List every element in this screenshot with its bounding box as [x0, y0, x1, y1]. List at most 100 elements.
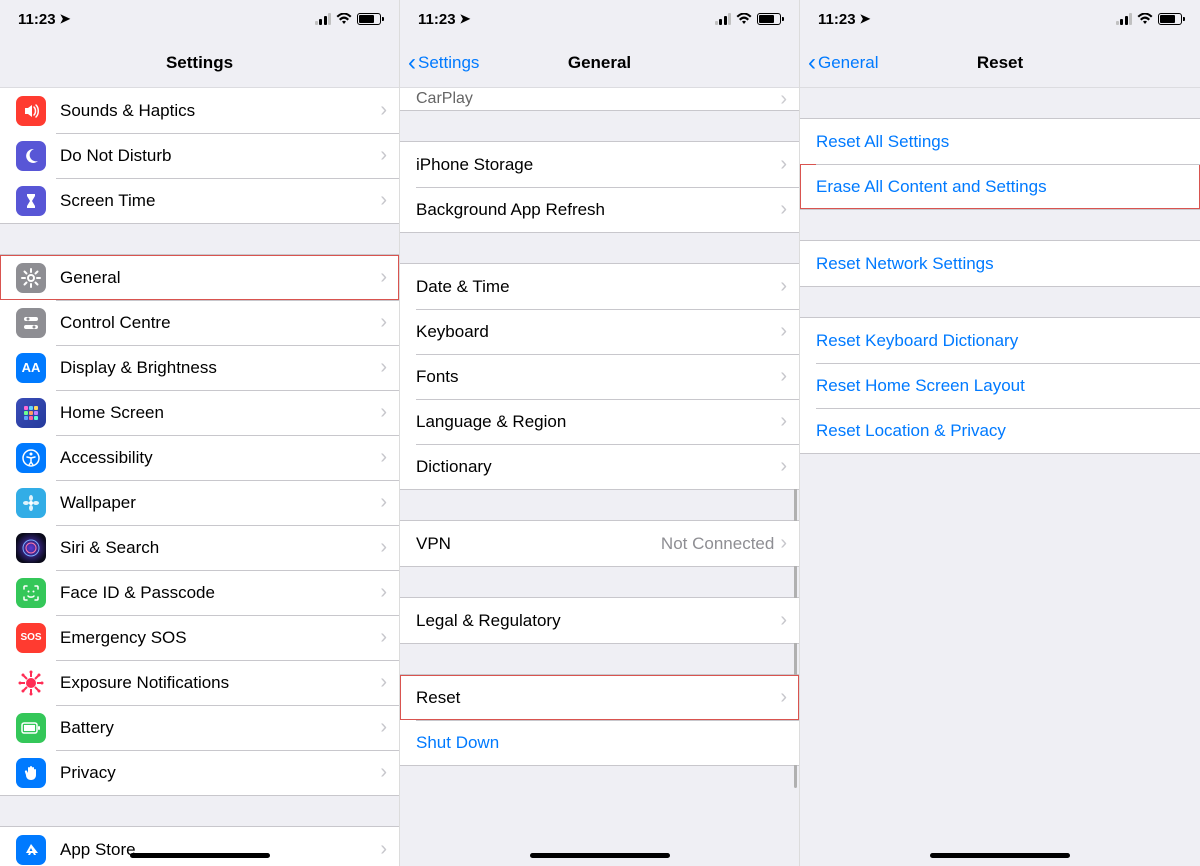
- chevron-right-icon: ›: [380, 401, 387, 424]
- row-label: Control Centre: [60, 313, 380, 333]
- status-bar: 11:23 ➤: [800, 0, 1200, 38]
- row-label: Face ID & Passcode: [60, 583, 380, 603]
- screen-reset: 11:23 ➤ ‹ General Reset: [800, 0, 1200, 866]
- row-siri[interactable]: Siri & Search ›: [0, 525, 399, 570]
- row-appstore[interactable]: App Store ›: [0, 827, 399, 866]
- home-indicator[interactable]: [930, 853, 1070, 858]
- location-icon: ➤: [860, 11, 871, 27]
- chevron-left-icon: ‹: [408, 51, 416, 75]
- row-label: Accessibility: [60, 448, 380, 468]
- sounds-icon: [16, 96, 46, 126]
- row-control-centre[interactable]: Control Centre ›: [0, 300, 399, 345]
- row-faceid[interactable]: Face ID & Passcode ›: [0, 570, 399, 615]
- row-label: Sounds & Haptics: [60, 101, 380, 121]
- signal-icon: [715, 13, 732, 25]
- row-sounds[interactable]: Sounds & Haptics ›: [0, 88, 399, 133]
- row-dictionary[interactable]: Dictionary ›: [400, 444, 799, 489]
- row-battery[interactable]: Battery ›: [0, 705, 399, 750]
- row-exposure[interactable]: Exposure Notifications ›: [0, 660, 399, 705]
- grid-icon: [16, 398, 46, 428]
- home-indicator[interactable]: [130, 853, 270, 858]
- row-shut-down[interactable]: Shut Down: [400, 720, 799, 765]
- row-wallpaper[interactable]: Wallpaper ›: [0, 480, 399, 525]
- row-label: Display & Brightness: [60, 358, 380, 378]
- row-privacy[interactable]: Privacy ›: [0, 750, 399, 795]
- chevron-right-icon: ›: [780, 532, 787, 555]
- screen-settings: 11:23 ➤ Settings: [0, 0, 400, 866]
- aa-icon: AA: [16, 353, 46, 383]
- back-label: General: [818, 53, 878, 73]
- home-indicator[interactable]: [530, 853, 670, 858]
- row-reset-location-privacy[interactable]: Reset Location & Privacy: [800, 408, 1200, 453]
- back-button[interactable]: ‹ Settings: [408, 38, 479, 87]
- signal-icon: [1116, 13, 1133, 25]
- chevron-right-icon: ›: [780, 198, 787, 221]
- row-label: Reset Keyboard Dictionary: [816, 331, 1200, 351]
- chevron-right-icon: ›: [380, 311, 387, 334]
- chevron-right-icon: ›: [380, 536, 387, 559]
- location-icon: ➤: [60, 11, 71, 27]
- chevron-right-icon: ›: [780, 365, 787, 388]
- row-general[interactable]: General ›: [0, 255, 399, 300]
- row-label: Reset Network Settings: [816, 254, 1200, 274]
- row-keyboard[interactable]: Keyboard ›: [400, 309, 799, 354]
- battery-icon: [757, 13, 781, 25]
- chevron-right-icon: ›: [780, 609, 787, 632]
- status-bar: 11:23 ➤: [400, 0, 799, 38]
- navbar: ‹ Settings General: [400, 38, 799, 88]
- wifi-icon: [336, 13, 352, 25]
- page-title: Settings: [166, 53, 233, 73]
- row-vpn[interactable]: VPN Not Connected ›: [400, 521, 799, 566]
- row-carplay[interactable]: CarPlay ›: [400, 88, 799, 110]
- chevron-right-icon: ›: [380, 581, 387, 604]
- row-date-time[interactable]: Date & Time ›: [400, 264, 799, 309]
- battery-icon: [1158, 13, 1182, 25]
- chevron-right-icon: ›: [780, 153, 787, 176]
- row-iphone-storage[interactable]: iPhone Storage ›: [400, 142, 799, 187]
- row-label: Siri & Search: [60, 538, 380, 558]
- row-reset[interactable]: Reset ›: [400, 675, 799, 720]
- row-fonts[interactable]: Fonts ›: [400, 354, 799, 399]
- row-label: Reset Location & Privacy: [816, 421, 1200, 441]
- virus-icon: [16, 668, 46, 698]
- status-bar: 11:23 ➤: [0, 0, 399, 38]
- chevron-right-icon: ›: [780, 275, 787, 298]
- row-accessibility[interactable]: Accessibility ›: [0, 435, 399, 480]
- row-home-screen[interactable]: Home Screen ›: [0, 390, 399, 435]
- hand-icon: [16, 758, 46, 788]
- row-sos[interactable]: SOS Emergency SOS ›: [0, 615, 399, 660]
- row-bg-app-refresh[interactable]: Background App Refresh ›: [400, 187, 799, 232]
- row-language-region[interactable]: Language & Region ›: [400, 399, 799, 444]
- location-icon: ➤: [460, 11, 471, 27]
- row-label: Reset All Settings: [816, 132, 1200, 152]
- chevron-right-icon: ›: [380, 144, 387, 167]
- battery-icon: [357, 13, 381, 25]
- chevron-right-icon: ›: [380, 671, 387, 694]
- face-icon: [16, 578, 46, 608]
- row-reset-network[interactable]: Reset Network Settings: [800, 241, 1200, 286]
- signal-icon: [315, 13, 332, 25]
- chevron-right-icon: ›: [780, 88, 787, 111]
- row-erase-all[interactable]: Erase All Content and Settings: [800, 164, 1200, 209]
- row-label: Background App Refresh: [416, 200, 780, 220]
- chevron-right-icon: ›: [380, 626, 387, 649]
- row-label: Exposure Notifications: [60, 673, 380, 693]
- chevron-right-icon: ›: [780, 410, 787, 433]
- back-button[interactable]: ‹ General: [808, 38, 878, 87]
- row-dnd[interactable]: Do Not Disturb ›: [0, 133, 399, 178]
- navbar: Settings: [0, 38, 399, 88]
- row-reset-keyboard-dict[interactable]: Reset Keyboard Dictionary: [800, 318, 1200, 363]
- row-label: Reset: [416, 688, 780, 708]
- gear-icon: [16, 263, 46, 293]
- row-label: Shut Down: [416, 733, 799, 753]
- row-display[interactable]: AA Display & Brightness ›: [0, 345, 399, 390]
- row-label: Do Not Disturb: [60, 146, 380, 166]
- row-legal[interactable]: Legal & Regulatory ›: [400, 598, 799, 643]
- hourglass-icon: [16, 186, 46, 216]
- row-reset-home-layout[interactable]: Reset Home Screen Layout: [800, 363, 1200, 408]
- appstore-icon: [16, 835, 46, 865]
- chevron-right-icon: ›: [380, 189, 387, 212]
- row-label: Date & Time: [416, 277, 780, 297]
- row-screentime[interactable]: Screen Time ›: [0, 178, 399, 223]
- row-reset-all-settings[interactable]: Reset All Settings: [800, 119, 1200, 164]
